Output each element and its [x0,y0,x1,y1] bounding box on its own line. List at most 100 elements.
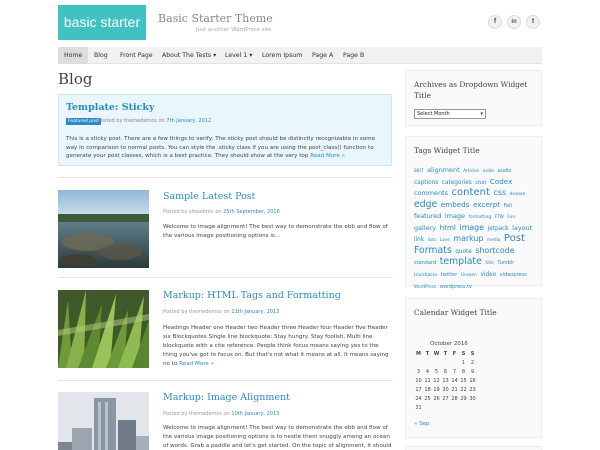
tag-link[interactable]: dowork [510,192,526,197]
linkedin-icon[interactable]: in [507,15,521,29]
calendar-day: 19 [433,386,440,393]
tag-link[interactable]: wordpress.tv [440,284,472,290]
tag-link[interactable]: title [485,261,493,266]
calendar-day: 27 [442,395,449,402]
tag-link[interactable]: videopress [500,272,527,278]
tag-link[interactable]: Love [440,238,450,243]
tag-link[interactable]: featured [414,212,441,220]
calendar-day: 4 [425,368,430,375]
calendar-prev-link[interactable]: « Sep [414,421,429,427]
calendar-day [432,358,441,367]
tag-link[interactable]: audio [498,168,512,174]
post-thumbnail[interactable] [58,392,149,450]
tag-link[interactable]: categories [442,180,472,186]
tag-link[interactable]: captions [414,180,438,186]
tag-link[interactable]: layout [512,224,532,232]
sticky-post-meta: Posted by themedemos on 7th January, 201… [98,118,211,124]
tag-link[interactable]: trackbacks [414,273,437,278]
tag-link[interactable]: Fail [504,203,512,209]
posted-by-label: Posted by [98,118,123,124]
post-date-link[interactable]: 10th January, 2013 [231,411,279,417]
post-title[interactable]: Markup: Image Alignment [163,392,290,403]
tag-link[interactable]: edge [414,199,437,210]
post-meta: Posted by themedemos on 11th January, 20… [163,309,279,315]
tag-link[interactable]: chat [475,180,486,186]
page-title: Blog [58,70,93,88]
tag-link[interactable]: twitter [441,272,458,278]
nav-item-page-b[interactable]: Page B [343,47,364,64]
tag-link[interactable]: Formats [414,245,452,256]
tag-link[interactable]: comments [414,189,448,197]
post-thumbnail[interactable] [58,190,149,268]
sticky-post-title[interactable]: Template: Sticky [66,102,154,113]
tag-link[interactable]: FTW [495,215,504,220]
tag-link[interactable]: template [440,256,482,267]
featured-badge: Featured post [66,118,102,125]
post-thumbnail[interactable] [58,290,149,368]
nav-item-lorem-ipsum[interactable]: Lorem Ipsum [262,47,302,64]
tag-link[interactable]: media [487,238,500,243]
nav-item-front-page[interactable]: Front Page [120,47,153,64]
tag-link[interactable]: Unseen [461,273,477,278]
tag-link[interactable]: alignment [427,166,460,174]
archives-select[interactable]: Select Month ▾ [414,109,486,119]
tag-link[interactable]: quote [455,249,472,255]
tag-link[interactable]: 8BIT [414,169,424,174]
tag-link[interactable]: embeds [441,200,470,209]
tag-link[interactable]: video [480,272,496,278]
site-title[interactable]: Basic Starter Theme [158,12,273,25]
tag-link[interactable]: shortcode [475,246,514,255]
tag-link[interactable]: lists [428,238,437,243]
calendar-day: 15 [460,377,467,384]
post-title[interactable]: Sample Latest Post [163,191,256,202]
facebook-icon[interactable]: f [488,15,502,29]
read-more-link[interactable]: Read More » [179,361,214,367]
calendar-day: 25 [424,395,431,402]
calendar-day [468,403,477,412]
site-logo[interactable]: basic starter [58,5,146,40]
tag-cloud: 8BIT alignment Articles aside audio capt… [414,165,534,293]
tag-link[interactable]: image [460,223,485,232]
tag-link[interactable]: css [494,188,507,197]
tag-link[interactable]: html [440,223,456,232]
tag-link[interactable]: gallery [414,224,436,232]
nav-item-blog[interactable]: Blog [94,47,108,64]
post-date-link[interactable]: 7th January, 2012 [166,118,211,124]
calendar-day [414,358,423,367]
read-more-link[interactable]: Read More » [310,153,345,159]
calendar-day: 28 [451,395,458,402]
tag-link[interactable]: Codex [490,177,512,186]
tag-link[interactable]: aside [483,169,494,174]
tags-widget: Tags Widget Title 8BIT alignment Article… [405,136,542,290]
calendar-table: M T W T F S S 1 2 3 4 5 6 7 8 9 10 11 12 13 14 15 16 17 18 19 20 21… [414,349,477,412]
calendar-day: 22 [460,386,467,393]
tag-link[interactable]: standard [414,260,436,266]
tag-link[interactable]: excerpt [473,200,500,209]
twitter-icon[interactable]: t [526,15,540,29]
chevron-down-icon: ▾ [480,111,483,117]
nav-item-about-the-tests[interactable]: About The Tests ▾ [162,47,216,64]
tag-link[interactable]: link [414,237,424,243]
nav-item-home[interactable]: Home [58,47,89,64]
tag-link[interactable]: Tumblr [497,260,514,266]
post-date-link[interactable]: 25th September, 2016 [223,209,280,215]
tag-link[interactable]: image [445,212,465,220]
calendar-day: 5 [434,368,439,375]
nav-item-page-a[interactable]: Page A [312,47,333,64]
tag-link[interactable]: WordPress [414,285,436,290]
tag-link[interactable]: markup [453,234,483,243]
post-divider [58,277,393,278]
tag-link[interactable]: Articles [463,169,479,174]
post-item: Markup: Image Alignment Posted by themed… [58,380,393,450]
post-title[interactable]: Markup: HTML Tags and Formatting [163,290,341,301]
calendar-weekday: T [443,350,448,357]
nav-item-level-1[interactable]: Level 1 ▾ [225,47,252,64]
post-date-link[interactable]: 11th January, 2013 [231,309,279,315]
tag-link[interactable]: formatting [469,215,492,220]
tag-link[interactable]: Post [504,233,525,244]
tag-link[interactable]: jetpack [488,226,509,232]
calendar-weekday: S [470,350,475,357]
tag-link[interactable]: Fun [507,215,515,220]
archives-widget-title: Archives as Dropdown Widget Title [414,80,528,100]
tag-link[interactable]: content [452,187,490,198]
